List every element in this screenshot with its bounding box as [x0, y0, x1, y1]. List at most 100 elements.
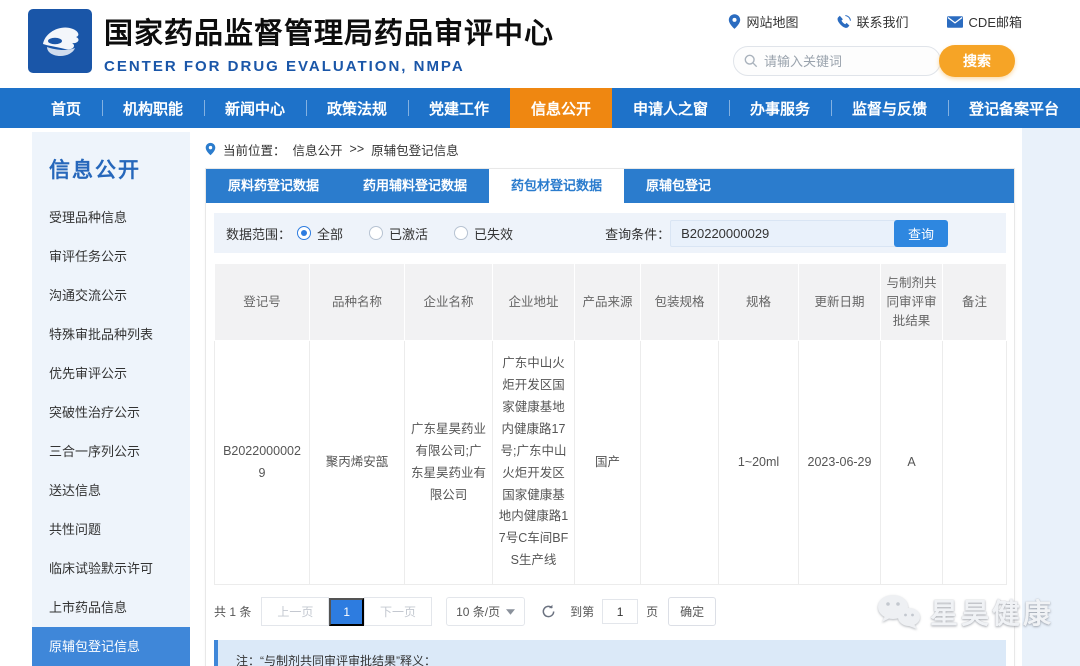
nav-item-info-disclosure[interactable]: 信息公开: [510, 88, 612, 128]
main-nav: 首页 机构职能 新闻中心 政策法规 党建工作 信息公开 申请人之窗 办事服务 监…: [0, 88, 1080, 128]
nav-item-functions[interactable]: 机构职能: [102, 88, 204, 128]
filter-bar: 数据范围： 全部 已激活 已失效 查询条件：: [214, 213, 1006, 253]
breadcrumb-pin-icon: [205, 142, 216, 156]
radio-activated-dot[interactable]: [369, 226, 383, 240]
nav-item-supervision[interactable]: 监督与反馈: [831, 88, 948, 128]
next-page-button[interactable]: 下一页: [364, 597, 432, 626]
sitemap-link[interactable]: 网站地图: [728, 12, 799, 31]
note-box: 注：“与制剂共同审评审批结果”释义： 符号 代表含义 A 已批准在上市制剂使用的…: [214, 640, 1006, 666]
tab-excipient-registration-data[interactable]: 药用辅料登记数据: [341, 169, 489, 203]
refresh-icon: [541, 604, 556, 619]
page-size-select[interactable]: 10 条/页: [446, 597, 525, 626]
cell-joint-review-result: A: [881, 341, 943, 585]
refresh-button[interactable]: [541, 604, 556, 619]
nav-item-registration-platform[interactable]: 登记备案平台: [948, 88, 1080, 128]
sidebar-title: 信息公开: [32, 132, 190, 198]
sidebar-item-accepted-varieties[interactable]: 受理品种信息: [32, 198, 190, 237]
search-box[interactable]: [733, 46, 941, 76]
search-icon: [744, 54, 758, 68]
sidebar-item-three-in-one[interactable]: 三合一序列公示: [32, 432, 190, 471]
radio-activated[interactable]: 已激活: [369, 224, 428, 243]
chevron-down-icon: [506, 609, 515, 615]
radio-expired-label: 已失效: [474, 224, 513, 243]
breadcrumb-current: 原辅包登记信息: [371, 140, 459, 159]
site-header: 国家药品监督管理局药品审评中心 CENTER FOR DRUG EVALUATI…: [0, 0, 1080, 88]
scope-radio-group: 全部 已激活 已失效: [297, 224, 513, 243]
col-company-name: 企业名称: [405, 264, 493, 341]
col-variety-name: 品种名称: [310, 264, 405, 341]
cell-company-name: 广东星昊药业有限公司;广东星昊药业有限公司: [405, 341, 493, 585]
radio-activated-label: 已激活: [389, 224, 428, 243]
search-button[interactable]: 搜索: [939, 45, 1015, 77]
content-panel: 原料药登记数据 药用辅料登记数据 药包材登记数据 原辅包登记 数据范围： 全部 …: [205, 168, 1015, 666]
mail-icon: [947, 16, 963, 28]
breadcrumb-separator: >>: [350, 142, 365, 156]
radio-expired[interactable]: 已失效: [454, 224, 513, 243]
table-header-row: 登记号 品种名称 企业名称 企业地址 产品来源 包装规格 规格 更新日期 与制剂…: [215, 264, 1007, 341]
nav-item-services[interactable]: 办事服务: [729, 88, 831, 128]
quick-links: 网站地图 联系我们 CDE邮箱: [728, 12, 1022, 31]
note-title: 注：“与制剂共同审评审批结果”释义：: [236, 651, 988, 666]
registration-table: 登记号 品种名称 企业名称 企业地址 产品来源 包装规格 规格 更新日期 与制剂…: [214, 263, 1007, 585]
sidebar-item-communication[interactable]: 沟通交流公示: [32, 276, 190, 315]
pagination: 共 1 条 上一页 1 下一页 10 条/页 到第 页 确定: [214, 597, 1006, 626]
goto-page-input[interactable]: [602, 599, 638, 624]
cell-update-date: 2023-06-29: [799, 341, 881, 585]
sidebar-item-review-tasks[interactable]: 审评任务公示: [32, 237, 190, 276]
col-registration-no: 登记号: [215, 264, 310, 341]
nav-item-home[interactable]: 首页: [30, 88, 102, 128]
sidebar-item-common-issues[interactable]: 共性问题: [32, 510, 190, 549]
contact-link[interactable]: 联系我们: [837, 12, 909, 31]
location-pin-icon: [728, 14, 741, 29]
mailbox-link[interactable]: CDE邮箱: [947, 12, 1022, 31]
col-spec: 规格: [719, 264, 799, 341]
pagination-total: 共 1 条: [214, 603, 251, 620]
tab-raw-excipient-packaging[interactable]: 原辅包登记: [624, 169, 733, 203]
radio-all-dot[interactable]: [297, 226, 311, 240]
search-input[interactable]: [764, 54, 924, 69]
site-title: 国家药品监督管理局药品审评中心: [104, 10, 554, 52]
current-page-button[interactable]: 1: [329, 598, 364, 626]
radio-all[interactable]: 全部: [297, 224, 343, 243]
tab-packaging-registration-data[interactable]: 药包材登记数据: [489, 169, 624, 203]
query-button[interactable]: 查询: [894, 220, 948, 247]
nav-item-applicant-window[interactable]: 申请人之窗: [612, 88, 729, 128]
tab-bar: 原料药登记数据 药用辅料登记数据 药包材登记数据 原辅包登记: [206, 169, 1014, 203]
site-subtitle: CENTER FOR DRUG EVALUATION, NMPA: [104, 58, 554, 75]
sitemap-label: 网站地图: [747, 12, 799, 31]
cell-spec: 1~20ml: [719, 341, 799, 585]
main-content: 当前位置：信息公开>>原辅包登记信息 原料药登记数据 药用辅料登记数据 药包材登…: [205, 138, 1015, 666]
sidebar-item-breakthrough-therapy[interactable]: 突破性治疗公示: [32, 393, 190, 432]
contact-label: 联系我们: [857, 12, 909, 31]
query-input[interactable]: [670, 220, 918, 247]
sidebar-item-marketed-drugs[interactable]: 上市药品信息: [32, 588, 190, 627]
goto-page-label: 到第: [570, 603, 594, 620]
sidebar-item-clinical-trial-implied-license[interactable]: 临床试验默示许可: [32, 549, 190, 588]
page-right-strip: [1022, 128, 1080, 666]
page-size-value: 10 条/页: [456, 603, 500, 620]
prev-page-button[interactable]: 上一页: [261, 597, 329, 626]
col-remarks: 备注: [943, 264, 1007, 341]
tab-api-registration-data[interactable]: 原料药登记数据: [206, 169, 341, 203]
cell-package-spec: [641, 341, 719, 585]
nav-item-news[interactable]: 新闻中心: [204, 88, 306, 128]
cell-product-source: 国产: [575, 341, 641, 585]
sidebar-item-raw-excipient-packaging-registration[interactable]: 原辅包登记信息: [32, 627, 190, 666]
col-package-spec: 包装规格: [641, 264, 719, 341]
nav-item-policy[interactable]: 政策法规: [306, 88, 408, 128]
site-title-block: 国家药品监督管理局药品审评中心 CENTER FOR DRUG EVALUATI…: [104, 10, 554, 75]
col-company-address: 企业地址: [493, 264, 575, 341]
sidebar-item-delivery-info[interactable]: 送达信息: [32, 471, 190, 510]
sidebar-item-special-approval[interactable]: 特殊审批品种列表: [32, 315, 190, 354]
table-row[interactable]: B20220000029 聚丙烯安瓿 广东星昊药业有限公司;广东星昊药业有限公司…: [215, 341, 1007, 585]
goto-confirm-button[interactable]: 确定: [668, 597, 716, 626]
nav-item-party[interactable]: 党建工作: [408, 88, 510, 128]
goto-page-unit: 页: [646, 603, 658, 620]
mailbox-label: CDE邮箱: [969, 12, 1022, 31]
sidebar-item-priority-review[interactable]: 优先审评公示: [32, 354, 190, 393]
breadcrumb-section[interactable]: 信息公开: [293, 140, 343, 159]
scope-label: 数据范围：: [226, 224, 291, 243]
cell-remarks: [943, 341, 1007, 585]
cell-company-address: 广东中山火炬开发区国家健康基地内健康路17号;广东中山火炬开发区国家健康基地内健…: [493, 341, 575, 585]
radio-expired-dot[interactable]: [454, 226, 468, 240]
